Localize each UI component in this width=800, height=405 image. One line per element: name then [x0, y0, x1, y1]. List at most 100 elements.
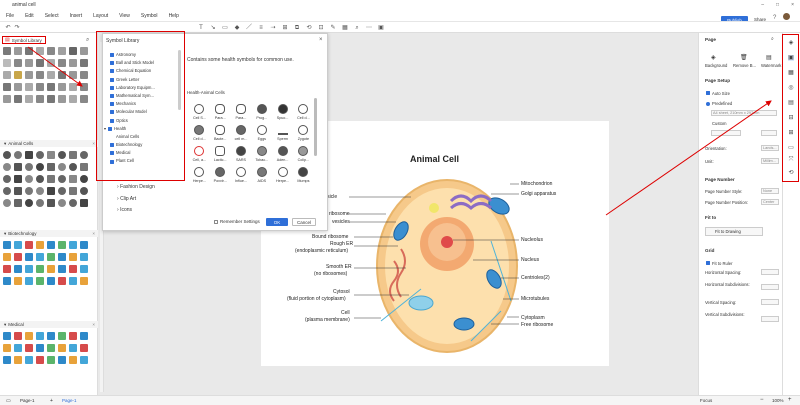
arrow-style-icon[interactable]: ⇢ [270, 25, 276, 31]
maximize-icon[interactable]: □ [776, 2, 779, 8]
v-spacing-field[interactable] [761, 299, 779, 305]
zoom-out-icon[interactable]: − [760, 397, 764, 403]
page-setup-icon[interactable]: ▣ [788, 55, 794, 61]
data-icon[interactable]: ⊟ [788, 115, 794, 121]
biotech-symbol[interactable] [80, 265, 88, 273]
menu-select[interactable]: Select [45, 13, 59, 19]
symbol-thumb[interactable]: Tobac... [251, 145, 272, 166]
cell-symbol[interactable] [25, 175, 33, 183]
symbol-item[interactable] [3, 59, 11, 67]
section-animal-cells[interactable]: ▾ Animal Cells × [0, 140, 98, 147]
paper-size-field[interactable]: A4 sheet, 210mm x 297mm [711, 110, 777, 116]
width-field[interactable] [711, 130, 741, 136]
tree-item[interactable]: Greek Letter [110, 76, 182, 84]
medical-symbol[interactable] [14, 356, 22, 364]
medical-symbol[interactable] [58, 356, 66, 364]
symbol-thumb[interactable]: Para... [210, 103, 231, 124]
zoom-in-icon[interactable]: + [788, 397, 792, 403]
cell-symbol[interactable] [25, 199, 33, 207]
symbol-item[interactable] [69, 95, 77, 103]
medical-symbol[interactable] [25, 332, 33, 340]
checkbox-checked-icon[interactable] [110, 159, 114, 164]
biotech-symbol[interactable] [14, 253, 22, 261]
medical-symbol[interactable] [3, 356, 11, 364]
symbol-thumb[interactable]: Cell, a... [189, 145, 210, 166]
medical-symbol[interactable] [80, 332, 88, 340]
biotech-symbol[interactable] [47, 241, 55, 249]
pn-style-select[interactable]: None [761, 188, 779, 194]
tree-item[interactable]: Astronomy [110, 51, 182, 59]
symbol-item[interactable] [3, 71, 11, 79]
medical-symbol[interactable] [69, 332, 77, 340]
orientation-select[interactable]: Lands... [761, 145, 779, 151]
symbol-item[interactable] [14, 47, 22, 55]
checkbox-checked-icon[interactable] [706, 261, 710, 265]
checkbox-checked-icon[interactable] [110, 118, 114, 123]
checkbox-checked-icon[interactable] [110, 77, 114, 82]
cell-symbol[interactable] [69, 151, 77, 159]
cell-symbol[interactable] [14, 151, 22, 159]
remove-background-button[interactable]: Remove B... [733, 63, 756, 68]
cell-symbol[interactable] [58, 175, 66, 183]
tree-item[interactable]: Medical [110, 149, 182, 157]
biotech-symbol[interactable] [58, 265, 66, 273]
cell-symbol[interactable] [14, 163, 22, 171]
shape-icon[interactable]: ▭ [222, 25, 228, 31]
symbol-thumb[interactable]: Bacte... [210, 124, 231, 145]
medical-symbol[interactable] [47, 356, 55, 364]
cell-symbol[interactable] [14, 175, 22, 183]
cells-scrollbar[interactable] [314, 98, 317, 156]
symbol-thumb[interactable]: Herpe... [272, 166, 293, 187]
medical-symbol[interactable] [69, 356, 77, 364]
symbol-item[interactable] [36, 47, 44, 55]
medical-symbol[interactable] [25, 356, 33, 364]
rotate-icon[interactable]: ⟲ [306, 25, 312, 31]
symbol-item[interactable] [58, 59, 66, 67]
symbol-item[interactable] [36, 71, 44, 79]
cell-symbol[interactable] [80, 187, 88, 195]
biotech-symbol[interactable] [58, 253, 66, 261]
v-subdivisions-field[interactable] [761, 316, 779, 322]
cell-symbol[interactable] [25, 151, 33, 159]
symbol-item[interactable] [14, 83, 22, 91]
symbol-item[interactable] [69, 83, 77, 91]
tree-item[interactable]: › Fashion Design [117, 182, 155, 194]
symbol-thumb[interactable]: Colip... [293, 145, 314, 166]
cell-symbol[interactable] [3, 187, 11, 195]
chevron-down-icon[interactable]: ▾ [104, 125, 106, 133]
cell-symbol[interactable] [36, 187, 44, 195]
watermark-button[interactable]: Watermark [761, 63, 781, 68]
page-tab[interactable]: Page-1 [20, 398, 35, 403]
trash-icon[interactable]: 🗑 [740, 54, 748, 61]
connector-icon[interactable]: ↘ [210, 25, 216, 31]
symbol-thumb[interactable]: Herpe... [189, 166, 210, 187]
biotech-symbol[interactable] [36, 277, 44, 285]
menu-help[interactable]: Help [169, 13, 179, 19]
layers-icon[interactable]: ◎ [788, 85, 794, 91]
tree-item[interactable]: Molecular Model [110, 108, 182, 116]
medical-symbol[interactable] [58, 332, 66, 340]
checkbox-checked-icon[interactable] [110, 110, 114, 115]
symbol-thumb[interactable]: Cell d... [189, 124, 210, 145]
h-subdivisions-field[interactable] [761, 284, 779, 290]
checkbox-checked-icon[interactable] [110, 61, 114, 66]
symbol-item[interactable] [47, 83, 55, 91]
symbol-item[interactable] [69, 47, 77, 55]
line-style-icon[interactable]: ≡ [258, 25, 264, 31]
symbol-item[interactable] [25, 95, 33, 103]
symbol-thumb[interactable]: Eggs [251, 124, 272, 145]
symbol-thumb[interactable]: Influe... [231, 166, 252, 187]
cell-symbol[interactable] [47, 199, 55, 207]
symbol-item[interactable] [80, 83, 88, 91]
symbol-item[interactable] [47, 95, 55, 103]
history-icon[interactable]: ⟲ [788, 170, 794, 176]
menu-file[interactable]: File [6, 13, 14, 19]
line-icon[interactable]: ／ [246, 25, 252, 31]
cell-symbol[interactable] [25, 187, 33, 195]
symbol-item[interactable] [14, 71, 22, 79]
cell-symbol[interactable] [3, 175, 11, 183]
section-medical[interactable]: ▾ Medical × [0, 321, 98, 328]
symbol-item[interactable] [36, 59, 44, 67]
cell-symbol[interactable] [36, 163, 44, 171]
biotech-symbol[interactable] [69, 265, 77, 273]
